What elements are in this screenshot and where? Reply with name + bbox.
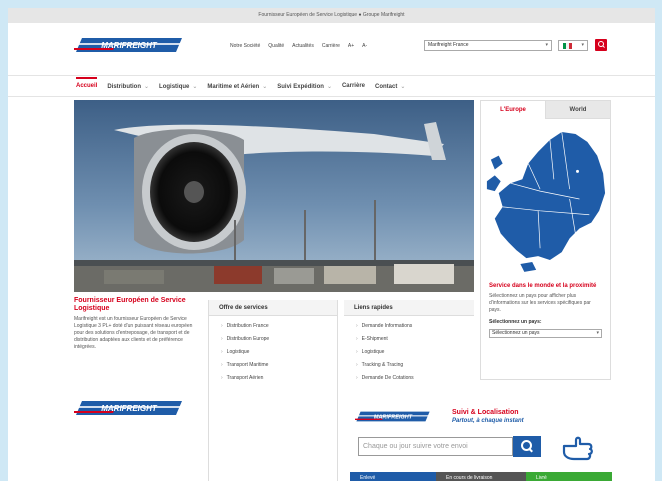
marifreight-logo[interactable]: MARIFREIGHT	[74, 37, 184, 53]
service-link[interactable]: Distribution Europe	[221, 333, 337, 346]
svg-text:MARIFREIGHT: MARIFREIGHT	[101, 41, 158, 50]
hero-airplane-engine-image	[74, 100, 474, 292]
service-link[interactable]: Logistique	[221, 346, 337, 359]
quick-link[interactable]: Demande De Cotations	[356, 372, 474, 385]
chevron-down-icon: ▾	[596, 330, 599, 336]
tracking-widget: MARIFREIGHT Suivi & Localisation Partout…	[350, 407, 612, 481]
font-decrease-button[interactable]: A-	[362, 43, 367, 49]
quick-link[interactable]: E-Shipment	[356, 333, 474, 346]
top-announcement-text: Fournisseur Européen de Service Logistiq…	[258, 12, 405, 18]
quick-links-section: Liens rapides Demande Informations E-Shi…	[344, 300, 474, 400]
chevron-down-icon: ⌄	[400, 83, 406, 90]
service-link[interactable]: Transport Maritime	[221, 359, 337, 372]
site-select[interactable]: Marifreight France ▾	[424, 40, 552, 51]
country-select-value: Sélectionnez un pays	[492, 330, 540, 336]
search-button[interactable]	[595, 39, 607, 51]
nav-item-distribution[interactable]: Distribution ⌄	[107, 83, 149, 90]
country-select-label: Sélectionnez un pays:	[489, 319, 542, 325]
chevron-down-icon: ▾	[581, 42, 584, 48]
tab-europe[interactable]: L'Europe	[481, 101, 546, 119]
nav-item-carriere[interactable]: Carrière	[342, 83, 365, 89]
link-carriere[interactable]: Carrière	[322, 43, 340, 49]
services-list: Distribution France Distribution Europe …	[209, 316, 337, 385]
quick-links-heading: Liens rapides	[344, 300, 474, 316]
nav-item-suivi-expedition[interactable]: Suivi Expédition ⌄	[277, 83, 332, 90]
link-actualites[interactable]: Actualités	[292, 43, 314, 49]
map-title: Service dans le monde et la proximité	[489, 283, 597, 289]
header: MARIFREIGHT Notre Société Qualité Actual…	[8, 23, 655, 67]
chevron-down-icon: ⌄	[144, 83, 150, 90]
tracking-search-input[interactable]: Chaque ou jour suivre votre envoi	[358, 437, 513, 456]
status-in-transit: En cours de livraison	[436, 472, 526, 481]
font-increase-button[interactable]: A+	[348, 43, 354, 49]
tracking-search-button[interactable]	[513, 436, 541, 457]
intro-heading: Fournisseur Européen de Service Logistiq…	[74, 297, 186, 312]
intro-section: Fournisseur Européen de Service Logistiq…	[74, 297, 202, 351]
intro-text: Marifreight est un fournisseur Européen …	[74, 316, 193, 350]
services-heading: Offre de services	[209, 300, 337, 316]
nav-item-contact[interactable]: Contact ⌄	[375, 83, 405, 90]
status-picked-up: Enlevé	[350, 472, 436, 481]
marifreight-logo-footer: MARIFREIGHT	[74, 401, 182, 415]
pointing-hand-icon	[562, 436, 593, 461]
nav-item-maritime-aerien[interactable]: Maritime et Aérien ⌄	[207, 83, 267, 90]
chevron-down-icon: ⌄	[192, 83, 198, 90]
tracking-status-bar: Enlevé En cours de livraison Livré	[350, 472, 612, 481]
europe-map-panel: L'Europe World Service dans le monde et …	[480, 100, 611, 380]
top-links: Notre Société Qualité Actualités Carrièr…	[230, 43, 367, 49]
link-qualite[interactable]: Qualité	[268, 43, 284, 49]
map-tabs: L'Europe World	[481, 101, 610, 119]
site-select-value: Marifreight France	[428, 42, 469, 48]
tab-world[interactable]: World	[546, 101, 610, 119]
services-section: Offre de services Distribution France Di…	[208, 300, 338, 481]
top-announcement-bar: Fournisseur Européen de Service Logistiq…	[8, 8, 655, 23]
marifreight-logo-small: MARIFREIGHT	[355, 411, 430, 422]
country-select[interactable]: Sélectionnez un pays ▾	[489, 329, 602, 338]
status-delivered: Livré	[526, 472, 612, 481]
chevron-down-icon: ⌄	[262, 83, 268, 90]
chevron-down-icon: ▾	[545, 42, 548, 48]
link-notre-societe[interactable]: Notre Société	[230, 43, 260, 49]
quick-link[interactable]: Tracking & Tracing	[356, 359, 474, 372]
nav-item-logistique[interactable]: Logistique ⌄	[159, 83, 197, 90]
nav-item-accueil[interactable]: Accueil	[76, 77, 98, 89]
italy-flag-icon	[563, 43, 572, 49]
language-select[interactable]: ▾	[558, 40, 588, 51]
europe-map[interactable]	[481, 119, 610, 277]
page: Fournisseur Européen de Service Logistiq…	[8, 8, 655, 481]
quick-link[interactable]: Logistique	[356, 346, 474, 359]
service-link[interactable]: Distribution France	[221, 320, 337, 333]
chevron-down-icon: ⌄	[326, 83, 332, 90]
quick-link[interactable]: Demande Informations	[356, 320, 474, 333]
tracking-title: Suivi & Localisation	[452, 409, 519, 416]
svg-text:MARIFREIGHT: MARIFREIGHT	[101, 404, 158, 413]
svg-text:MARIFREIGHT: MARIFREIGHT	[374, 415, 413, 421]
map-description: Sélectionnez un pays pour afficher plus …	[489, 293, 591, 313]
tracking-subtitle: Partout, à chaque instant	[452, 418, 524, 424]
main-nav: Accueil Distribution ⌄ Logistique ⌄ Mariti…	[8, 75, 655, 97]
quick-links-list: Demande Informations E-Shipment Logistiq…	[344, 316, 474, 385]
service-link[interactable]: Transport Aérien	[221, 372, 337, 385]
